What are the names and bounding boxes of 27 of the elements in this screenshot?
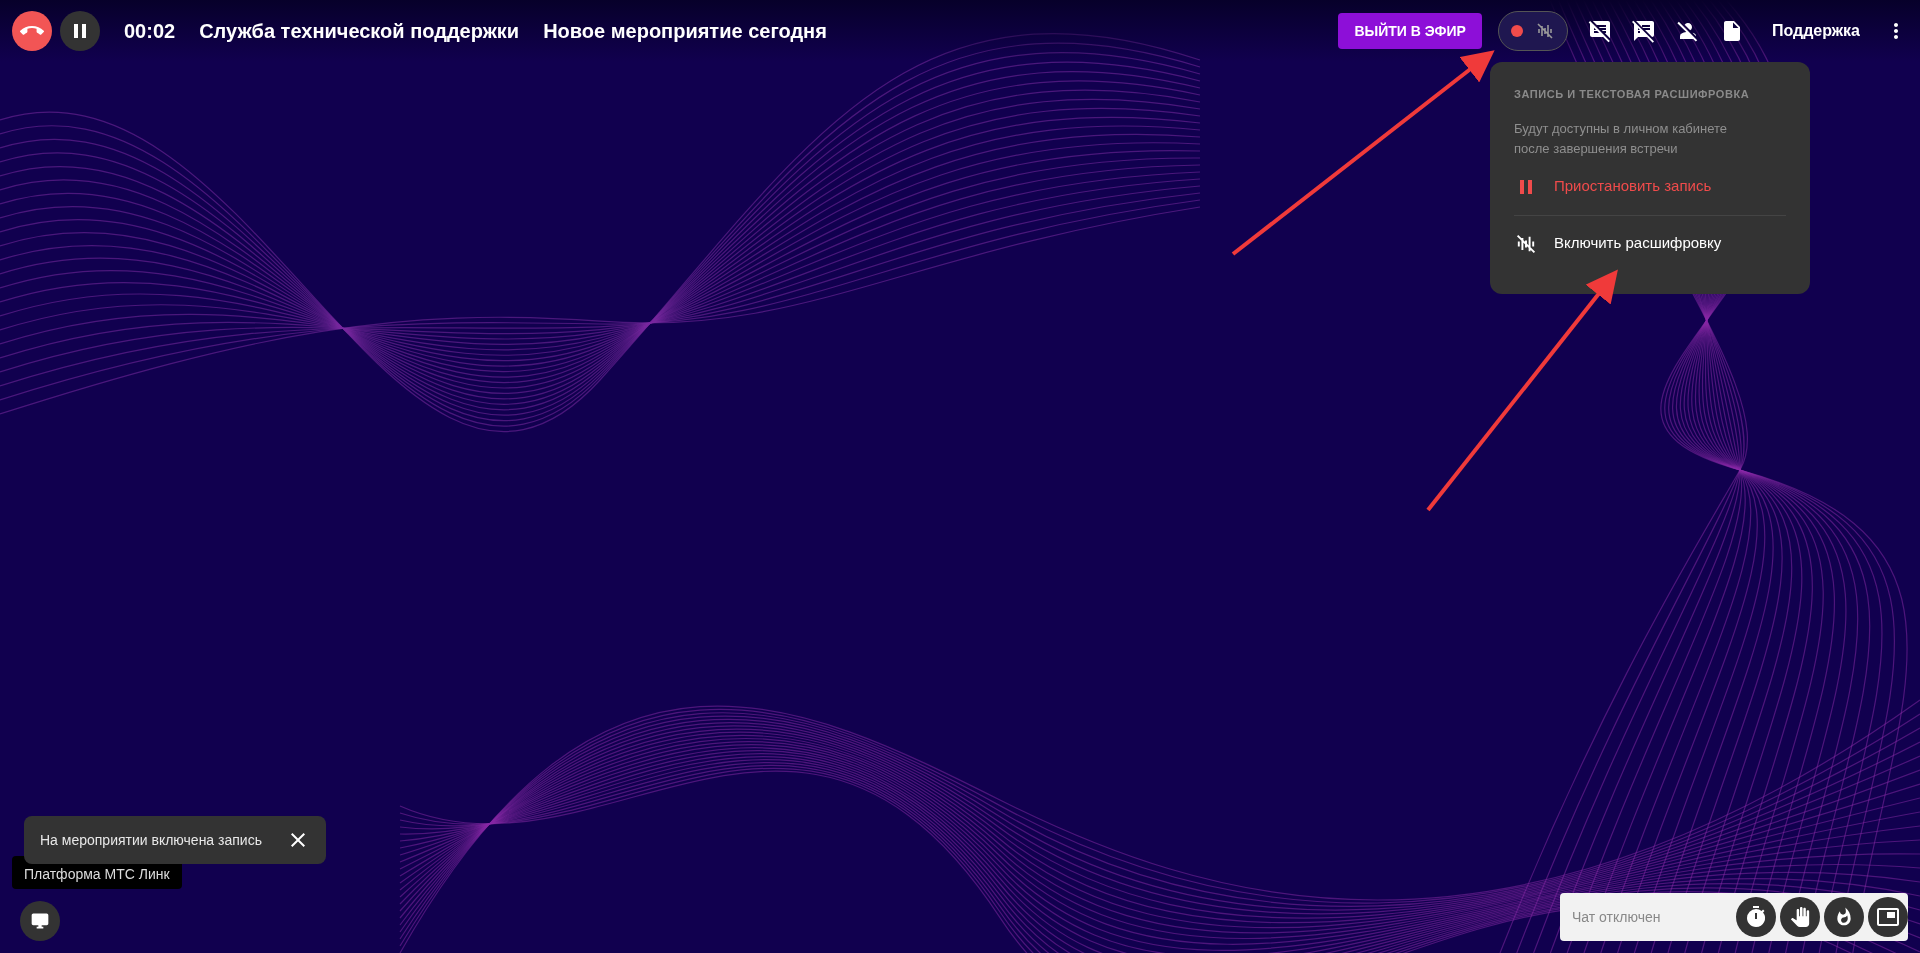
go-live-button[interactable]: ВЫЙТИ В ЭФИР	[1338, 13, 1482, 49]
picture-in-picture-button[interactable]	[1868, 897, 1908, 937]
call-timer: 00:02	[124, 19, 176, 44]
reaction-button[interactable]	[1824, 897, 1864, 937]
menu-description: Будут доступны в личном кабинете после завершения встречи	[1514, 119, 1729, 158]
person-off-icon[interactable]	[1675, 19, 1700, 43]
picture-in-picture-icon	[1876, 905, 1900, 929]
toast-message: На мероприятии включена запись	[40, 830, 262, 850]
timer-button[interactable]	[1736, 897, 1776, 937]
end-call-button[interactable]	[12, 11, 52, 51]
stopwatch-icon	[1744, 905, 1768, 929]
enable-transcription-item[interactable]: Включить расшифровку	[1514, 227, 1722, 260]
support-link[interactable]: Поддержка	[1771, 19, 1860, 43]
event-title: Новое мероприятие сегодня	[543, 19, 827, 44]
meeting-title: Служба технической поддержки	[199, 19, 520, 44]
pause-recording-item[interactable]: Приостановить запись	[1514, 170, 1712, 203]
transcribe-off-icon	[1534, 21, 1555, 41]
hand-icon	[1790, 907, 1810, 927]
chat-off-icon[interactable]	[1587, 19, 1612, 43]
flame-icon	[1834, 907, 1854, 927]
pause-button[interactable]	[60, 11, 100, 51]
raise-hand-button[interactable]	[1780, 897, 1820, 937]
menu-heading: ЗАПИСЬ И ТЕКСТОВАЯ РАСШИФРОВКА	[1514, 87, 1751, 102]
monitor-icon	[30, 911, 50, 931]
notes-off-icon[interactable]	[1631, 19, 1656, 43]
record-toggle[interactable]	[1497, 11, 1568, 51]
screen-button[interactable]	[20, 901, 60, 941]
